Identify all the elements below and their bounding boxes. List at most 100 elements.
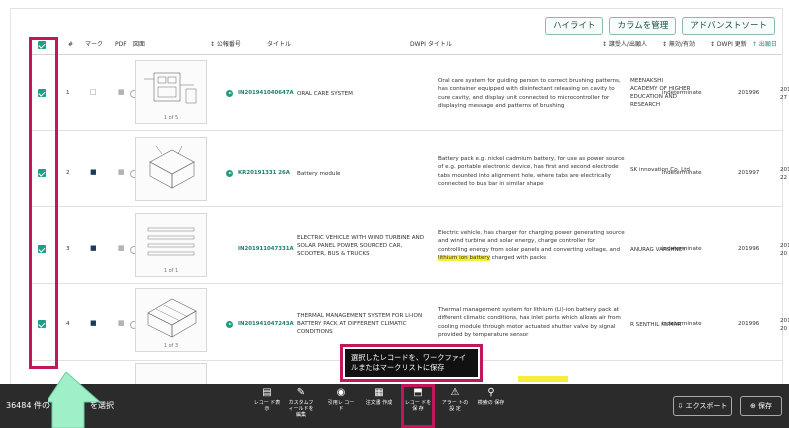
edit-custom-fields-button[interactable]: ✎ カスタムフ ィールドを 編集 — [286, 387, 316, 418]
row-title: Battery module — [297, 171, 341, 177]
row-date: 2019-11-27 — [780, 87, 789, 101]
row-date: 2019-11-20 — [780, 318, 789, 332]
search-hit-partial — [518, 376, 568, 382]
next-image-icon[interactable] — [226, 170, 233, 177]
search-hit: lithium ion battery — [438, 255, 490, 262]
manage-columns-button[interactable]: カラムを管理 — [609, 17, 677, 35]
result-toolbar: ハイライト カラムを管理 アドバンストソート — [545, 17, 775, 35]
bookmark-icon[interactable]: ■ — [90, 244, 97, 252]
action-label: カスタムフ ィールドを 編集 — [288, 400, 314, 418]
oral-care-drawing — [144, 72, 197, 104]
col-assignee[interactable]: ↕ 譲受人/出願人 — [602, 38, 647, 52]
col-title[interactable]: タイトル — [267, 38, 291, 52]
col-num: # — [68, 41, 74, 48]
magnifier-icon: ⚲ — [487, 387, 495, 398]
save-search-button[interactable]: ⚲ 検索の 保存 — [476, 387, 506, 406]
view-records-button[interactable]: ▤ レコー ド表 示 — [252, 387, 282, 412]
next-image-icon[interactable] — [226, 90, 233, 97]
row-date: 2019-11-22 — [780, 167, 789, 181]
row-dwpi-update: 201997 — [738, 170, 760, 176]
row-dwpi-update: 201996 — [738, 90, 760, 96]
pdf-icon[interactable]: ▦ — [118, 244, 125, 252]
row-number: 1 — [66, 90, 70, 96]
table-header: ▾ # マーク PDF 図面 ↕ 公報番号 タイトル DWPI タイトル ↕ 譲… — [30, 38, 782, 52]
row-status: indeterminate — [662, 246, 702, 252]
row-status: indeterminate — [662, 170, 702, 176]
col-pubno[interactable]: ↕ 公報番号 — [210, 38, 241, 52]
pdf-icon[interactable]: ▦ — [118, 168, 125, 176]
battery-module-drawing — [149, 145, 195, 189]
drawing-thumbnail[interactable] — [135, 363, 207, 384]
thermal-management-drawing — [147, 298, 197, 338]
highlight-button[interactable]: ハイライト — [545, 17, 604, 35]
bottom-action-bar: 36484 件のレ を選択 ▤ レコー ド表 示 ✎ カスタムフ ィールドを 編集… — [0, 384, 789, 428]
panel-border-left — [10, 8, 11, 384]
electric-vehicle-drawing — [147, 227, 195, 256]
table-row[interactable]: 1 □ ▦ 1 of 5 IN201941040647A ORAL CARE S… — [30, 55, 789, 131]
action-label: 検索の 保存 — [477, 400, 505, 406]
drawing-thumbnail[interactable]: 1 of 5 — [135, 60, 207, 124]
row-dwpi-title: Electric vehicle, has charger for chargi… — [438, 229, 626, 263]
row-title: THERMAL MANAGEMENT SYSTEM FOR LI-ION BAT… — [297, 313, 423, 335]
next-image-icon[interactable] — [226, 321, 233, 328]
bell-icon: ⚠ — [450, 387, 460, 398]
pdf-icon[interactable]: ▦ — [118, 88, 125, 96]
action-label: レコー ド表 示 — [253, 400, 281, 412]
col-mark[interactable]: マーク — [85, 38, 103, 52]
drawing-thumbnail[interactable]: 1 of 3 — [135, 288, 207, 352]
col-dwpi-update[interactable]: ↕ DWPI 更新 — [710, 38, 747, 52]
image-pager: 1 of 1 — [163, 268, 179, 274]
col-pdf[interactable]: PDF — [115, 38, 127, 52]
file-icon: ▦ — [374, 387, 384, 398]
save-button[interactable]: ⊕ 保存 — [740, 396, 782, 416]
publication-number-link[interactable]: IN201941040647A — [238, 90, 294, 96]
col-date[interactable]: ↑ 出願日 — [752, 38, 777, 52]
document-icon: ▤ — [262, 387, 272, 398]
citation-records-button[interactable]: ◉ 引用レ コード — [326, 387, 356, 412]
col-status[interactable]: ↕ 無効/有効 — [662, 38, 695, 52]
action-label: 注文書 作成 — [365, 400, 393, 406]
panel-border — [10, 8, 782, 9]
callout-arrow-icon — [48, 372, 102, 428]
action-label: 引用レ コード — [327, 400, 355, 412]
results-page: ハイライト カラムを管理 アドバンストソート ▾ # マーク PDF 図面 ↕ … — [0, 0, 789, 428]
publication-number-link[interactable]: IN201911047331A — [238, 246, 294, 252]
row-title: ORAL CARE SYSTEM — [297, 91, 354, 97]
col-drawing[interactable]: 図面 — [133, 38, 145, 52]
export-button[interactable]: ⇩ エクスポート — [673, 396, 732, 416]
pdf-icon[interactable]: ▦ — [118, 319, 125, 327]
publication-number-link[interactable]: KR20191331 26A — [238, 170, 290, 176]
row-dwpi-title: Battery pack e.g. nickel cadmium battery… — [438, 156, 625, 188]
row-title: ELECTRIC VEHICLE WITH WIND TURBINE AND S… — [297, 235, 425, 257]
image-pager: 1 of 5 — [163, 115, 179, 121]
row-date: 2019-11-20 — [780, 243, 789, 257]
drawing-thumbnail[interactable]: 1 of 1 — [135, 213, 207, 277]
create-order-button[interactable]: ▦ 注文書 作成 — [364, 387, 394, 406]
row-status: indeterminate — [662, 321, 702, 327]
bookmark-icon[interactable]: ■ — [90, 319, 97, 327]
action-label: アラー トの設 定 — [441, 400, 469, 412]
pencil-icon: ✎ — [296, 387, 306, 398]
row-number: 3 — [66, 246, 70, 252]
dwpi-text-before: Electric vehicle, has charger for chargi… — [438, 230, 625, 253]
row-number: 4 — [66, 321, 70, 327]
bookmark-icon[interactable]: □ — [90, 88, 97, 96]
set-alert-button[interactable]: ⚠ アラー トの設 定 — [440, 387, 470, 412]
row-number: 2 — [66, 170, 70, 176]
table-row[interactable]: 2 ■ ▦ KR20191331 26A Battery module Batt… — [30, 131, 789, 207]
row-dwpi-update: 201996 — [738, 246, 760, 252]
col-dwpi[interactable]: DWPI タイトル — [410, 38, 452, 52]
row-dwpi-title: Thermal management system for lithium (L… — [438, 307, 621, 339]
drawing-thumbnail[interactable] — [135, 137, 207, 201]
advanced-sort-button[interactable]: アドバンストソート — [682, 17, 775, 35]
bookmark-icon[interactable]: ■ — [90, 168, 97, 176]
row-status: indeterminate — [662, 90, 702, 96]
save-records-highlight — [401, 384, 435, 428]
eye-icon: ◉ — [336, 387, 346, 398]
row-dwpi-update: 201996 — [738, 321, 760, 327]
checkbox-column-highlight — [29, 37, 58, 369]
publication-number-link[interactable]: IN201941047243A — [238, 321, 294, 327]
table-row[interactable]: 3 ■ ▦ 1 of 1 IN201911047331A ELECTRIC VE… — [30, 207, 789, 284]
save-records-tooltip: 選択したレコードを、ワークファイルまたはマークリストに保存 — [340, 344, 483, 382]
image-pager: 1 of 3 — [163, 343, 179, 349]
